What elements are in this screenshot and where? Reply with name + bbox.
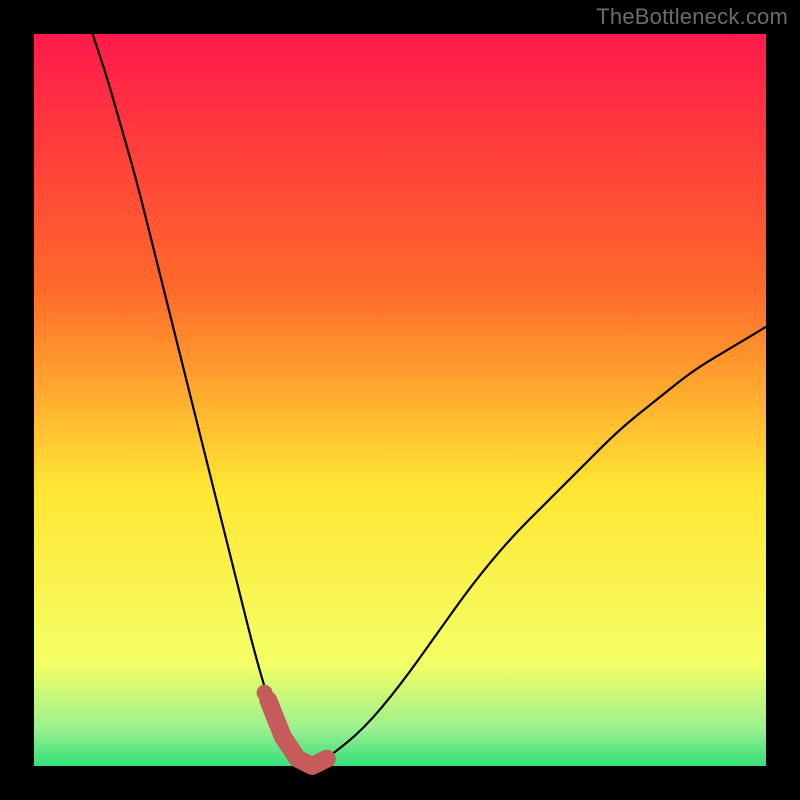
bottleneck-chart — [0, 0, 800, 800]
watermark-label: TheBottleneck.com — [596, 4, 788, 30]
chart-frame: TheBottleneck.com — [0, 0, 800, 800]
marker-dot-icon — [257, 685, 273, 701]
